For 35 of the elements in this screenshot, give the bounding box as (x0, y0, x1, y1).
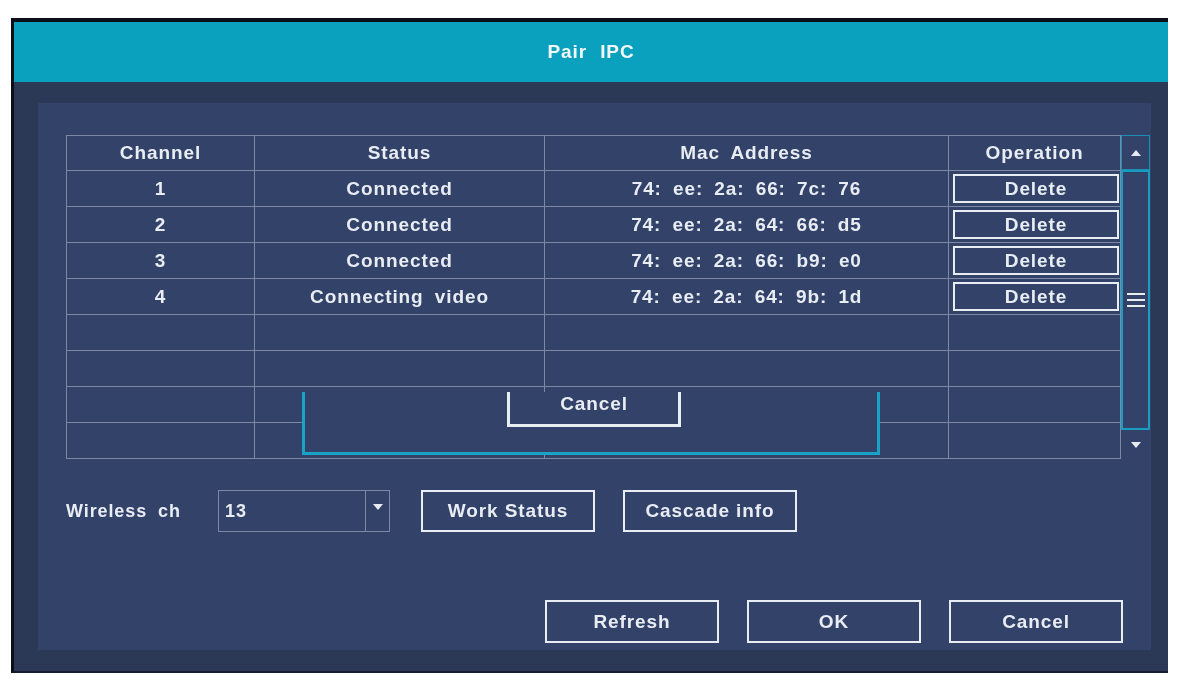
table-cell: Connecting video (255, 279, 545, 315)
scrollbar-track[interactable] (1121, 170, 1150, 430)
wireless-channel-label: Wireless ch (66, 500, 182, 522)
column-header: Mac Address (545, 136, 949, 171)
action-button[interactable]: Work Status (421, 490, 595, 532)
table-cell: 4 (67, 279, 255, 315)
footer-button[interactable]: OK (747, 600, 921, 643)
arrow-down-icon[interactable] (1130, 441, 1141, 448)
table-cell: 74: ee: 2a: 64: 9b: 1d (545, 279, 949, 315)
table-cell: 74: ee: 2a: 66: 7c: 76 (545, 171, 949, 207)
table-cell: 2 (67, 207, 255, 243)
grip-icon[interactable] (1126, 293, 1145, 307)
table-cell: Connected (255, 243, 545, 279)
delete-button[interactable]: Delete (953, 282, 1119, 311)
table-cell: Connected (255, 207, 545, 243)
table-cell: 74: ee: 2a: 64: 66: d5 (545, 207, 949, 243)
delete-button[interactable]: Delete (953, 246, 1119, 275)
column-header: Channel (67, 136, 255, 171)
arrow-up-icon (1130, 149, 1141, 156)
table-cell: Connected (255, 171, 545, 207)
column-header: Status (255, 136, 545, 171)
channel-dropdown[interactable]: 13 (218, 490, 390, 532)
delete-button[interactable]: Delete (953, 210, 1119, 239)
delete-button[interactable]: Delete (953, 174, 1119, 203)
table-cell: 3 (67, 243, 255, 279)
scroll-up-button[interactable] (1121, 135, 1150, 170)
action-button[interactable]: Cascade info (623, 490, 797, 532)
table-cell: 1 (67, 171, 255, 207)
footer-button[interactable]: Cancel (949, 600, 1123, 643)
caret-icon (372, 504, 383, 510)
footer-button[interactable]: Refresh (545, 600, 719, 643)
column-header: Operation (949, 136, 1121, 171)
window-title: Pair IPC (547, 41, 635, 63)
table-cell: 74: ee: 2a: 66: b9: e0 (545, 243, 949, 279)
cancel-button[interactable]: Cancel (507, 392, 681, 427)
